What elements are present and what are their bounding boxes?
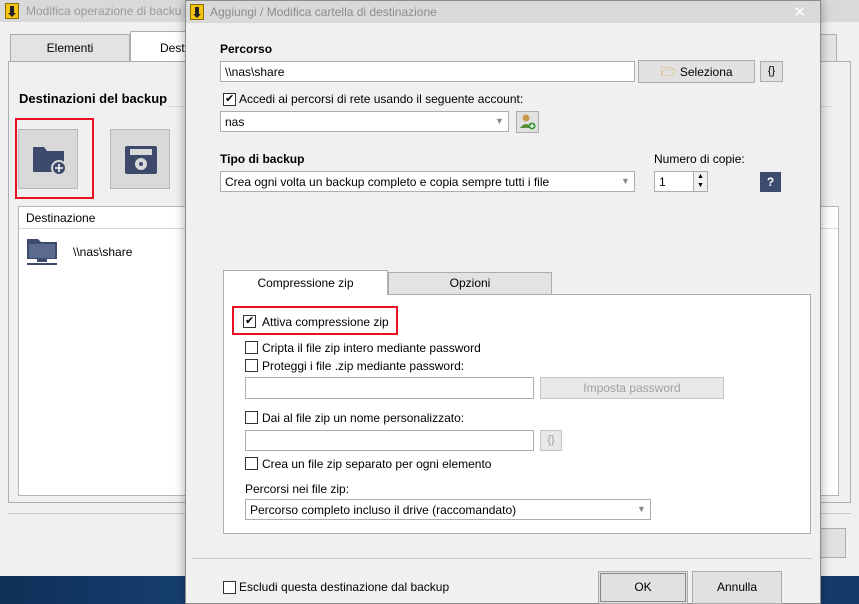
tab-elementi-label: Elementi xyxy=(46,41,94,55)
path-label: Percorso xyxy=(220,42,273,56)
stepper-down-icon[interactable]: ▼ xyxy=(694,181,707,190)
manage-accounts-button[interactable] xyxy=(516,111,539,133)
zip-paths-select[interactable]: Percorso completo incluso il drive (racc… xyxy=(245,499,651,520)
network-account-label: Accedi ai percorsi di rete usando il seg… xyxy=(239,92,524,106)
copies-stepper[interactable]: 1 ▲ ▼ xyxy=(654,171,708,192)
disk-icon xyxy=(125,146,157,174)
custom-name-checkbox[interactable] xyxy=(245,411,258,424)
add-destination-button[interactable] xyxy=(18,129,78,189)
backup-type-label: Tipo di backup xyxy=(220,152,305,166)
account-select[interactable]: nas ▼ xyxy=(220,111,509,132)
destination-folder-dialog: Aggiungi / Modifica cartella di destinaz… xyxy=(185,0,821,604)
browse-button[interactable]: 🗁 Seleziona xyxy=(638,60,755,83)
network-folder-icon xyxy=(27,239,57,265)
exclude-destination-label: Escludi questa destinazione dal backup xyxy=(239,580,450,594)
tab-elementi[interactable]: Elementi xyxy=(10,34,130,62)
network-account-checkbox[interactable] xyxy=(223,92,236,106)
separate-zip-checkbox[interactable] xyxy=(245,457,258,470)
separate-zip-label: Crea un file zip separato per ogni eleme… xyxy=(262,457,492,471)
copies-value: 1 xyxy=(659,175,666,189)
password-input[interactable] xyxy=(245,377,534,399)
ok-button[interactable]: OK xyxy=(598,571,688,604)
custom-name-input[interactable] xyxy=(245,430,534,451)
tab-compressione-zip[interactable]: Compressione zip xyxy=(223,270,388,295)
account-value: nas xyxy=(225,115,245,129)
protect-zip-checkbox[interactable] xyxy=(245,359,258,372)
backup-type-select[interactable]: Crea ogni volta un backup completo e cop… xyxy=(220,171,635,192)
backup-window-title: Modifica operazione di backu xyxy=(26,4,182,18)
protect-zip-label: Proteggi i file .zip mediante password: xyxy=(262,359,465,373)
list-item-path: \\nas\share xyxy=(73,245,133,259)
folder-add-icon xyxy=(33,147,67,176)
user-add-icon xyxy=(520,114,536,130)
chevron-down-icon: ▼ xyxy=(490,112,508,131)
zip-paths-value: Percorso completo incluso il drive (racc… xyxy=(250,503,517,517)
path-macro-button[interactable]: {} xyxy=(760,61,783,82)
cancel-button[interactable]: Annulla xyxy=(692,571,782,604)
path-input[interactable]: \\nas\share xyxy=(220,61,635,82)
dialog-title: Aggiungi / Modifica cartella di destinaz… xyxy=(210,5,437,19)
disk-destination-button[interactable] xyxy=(110,129,170,189)
zip-options-panel: Attiva compressione zip Cripta il file z… xyxy=(223,294,811,534)
tab-destinazioni[interactable]: Desti xyxy=(130,31,190,62)
zip-enable-checkbox[interactable] xyxy=(243,314,256,328)
stepper-up-icon[interactable]: ▲ xyxy=(694,172,707,181)
exclude-destination-checkbox[interactable] xyxy=(223,581,236,594)
dialog-titlebar: Aggiungi / Modifica cartella di destinaz… xyxy=(186,1,820,23)
tab-zip-label: Compressione zip xyxy=(257,276,354,290)
open-folder-icon: 🗁 xyxy=(660,64,677,79)
help-button[interactable]: ? xyxy=(760,172,781,192)
column-destinazione[interactable]: Destinazione xyxy=(26,211,95,225)
close-icon[interactable]: ✕ xyxy=(793,3,806,21)
chevron-down-icon: ▼ xyxy=(632,500,650,519)
dialog-divider xyxy=(192,558,812,559)
set-password-button[interactable]: Imposta password xyxy=(540,377,724,399)
ok-focus-ring xyxy=(600,573,686,602)
custom-name-macro-button[interactable]: {} xyxy=(540,430,562,451)
backup-type-value: Crea ogni volta un backup completo e cop… xyxy=(225,175,550,189)
zip-paths-label: Percorsi nei file zip: xyxy=(245,482,350,496)
encrypt-zip-label: Cripta il file zip intero mediante passw… xyxy=(262,341,481,355)
copies-label: Numero di copie: xyxy=(654,152,745,166)
tab-opzioni[interactable]: Opzioni xyxy=(388,272,552,294)
app-icon xyxy=(190,4,204,20)
destinations-heading: Destinazioni del backup xyxy=(19,91,168,106)
custom-name-label: Dai al file zip un nome personalizzato: xyxy=(262,411,465,425)
browse-button-label: Seleziona xyxy=(679,65,733,79)
stepper-arrows[interactable]: ▲ ▼ xyxy=(693,172,707,191)
tab-destinazioni-label: Desti xyxy=(160,41,188,55)
chevron-down-icon: ▼ xyxy=(616,172,634,191)
zip-enable-label: Attiva compressione zip xyxy=(262,315,389,329)
tab-options-label: Opzioni xyxy=(449,276,491,290)
app-icon xyxy=(5,3,19,19)
encrypt-zip-checkbox[interactable] xyxy=(245,341,258,354)
